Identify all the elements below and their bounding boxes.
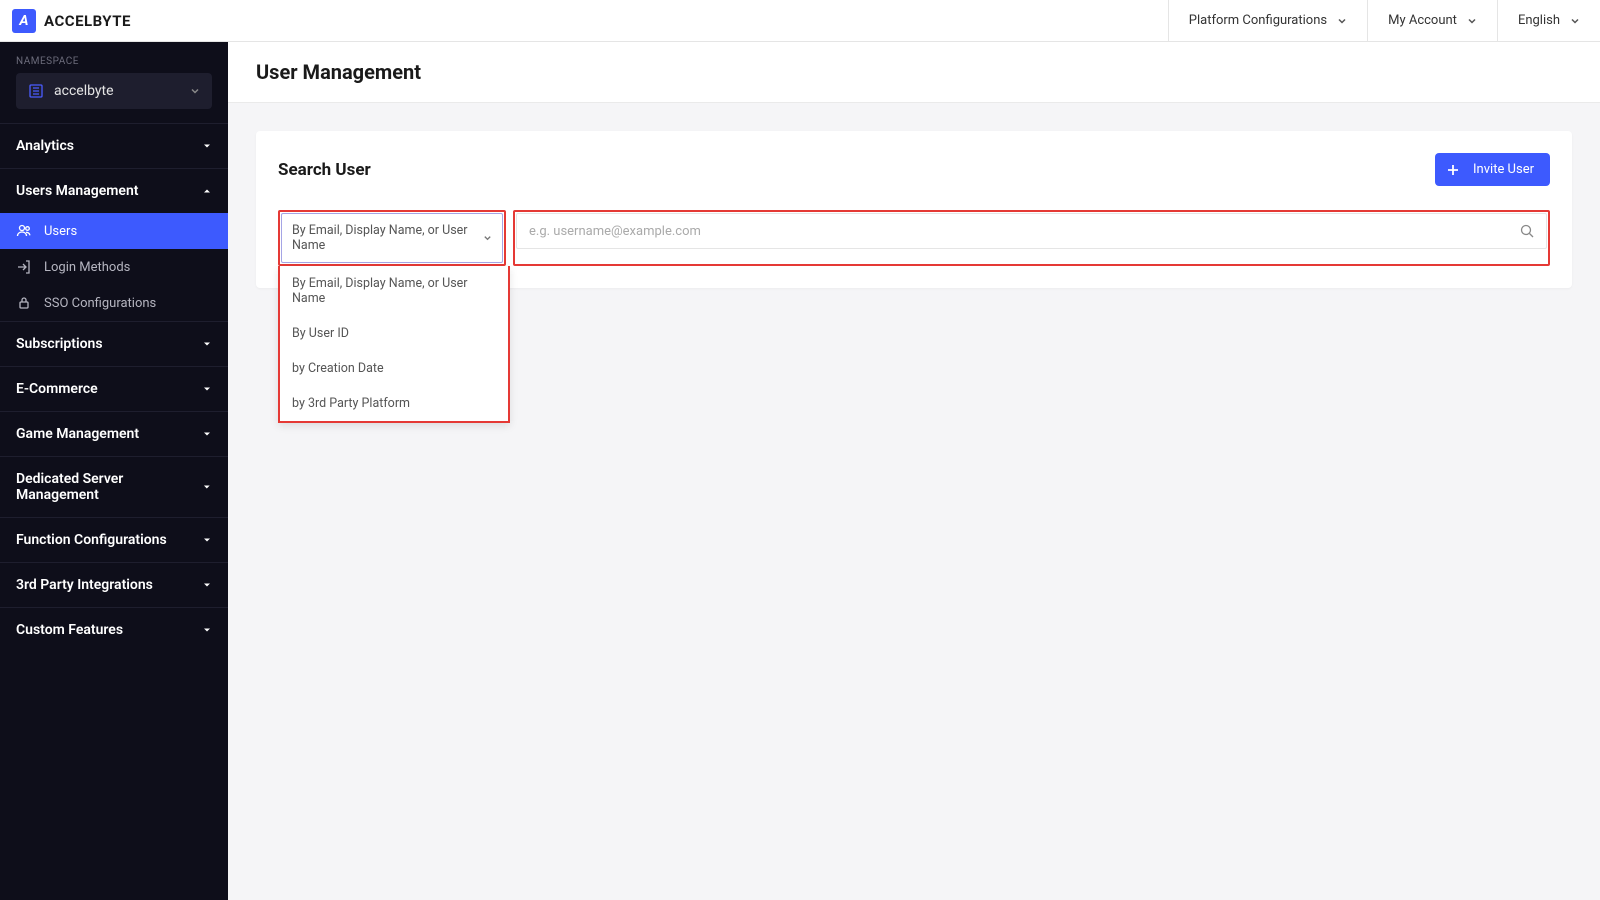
plus-icon <box>1447 164 1459 176</box>
sidebar: NAMESPACE accelbyte Analytics Users Mana… <box>0 42 228 900</box>
invite-user-button[interactable]: Invite User <box>1435 153 1550 186</box>
namespace-selector[interactable]: accelbyte <box>16 73 212 109</box>
search-inner <box>516 213 1547 249</box>
top-nav-label: Platform Configurations <box>1189 13 1327 28</box>
sidebar-section-ecommerce: E-Commerce <box>0 366 228 411</box>
card-header: Search User Invite User <box>278 153 1550 186</box>
namespace-value: accelbyte <box>54 83 180 99</box>
namespace-label: NAMESPACE <box>0 42 228 73</box>
filter-dropdown-list: By Email, Display Name, or User Name By … <box>278 266 510 423</box>
section-header-subscriptions[interactable]: Subscriptions <box>0 322 228 366</box>
section-header-game-mgmt[interactable]: Game Management <box>0 412 228 456</box>
caret-down-icon <box>202 339 212 349</box>
caret-down-icon <box>202 141 212 151</box>
section-header-ecommerce[interactable]: E-Commerce <box>0 367 228 411</box>
namespace-icon <box>28 83 44 99</box>
sidebar-section-3rd-party: 3rd Party Integrations <box>0 562 228 607</box>
filter-option-userid[interactable]: By User ID <box>280 316 508 351</box>
filter-dropdown-inner: By Email, Display Name, or User Name <box>281 213 503 263</box>
search-icon <box>1520 224 1534 238</box>
sidebar-item-label: SSO Configurations <box>44 296 156 311</box>
filter-dropdown[interactable]: By Email, Display Name, or User Name <box>278 210 506 266</box>
sidebar-item-login-methods[interactable]: Login Methods <box>0 249 228 285</box>
section-header-custom-features[interactable]: Custom Features <box>0 608 228 652</box>
caret-down-icon <box>202 384 212 394</box>
logo-icon: A <box>12 9 36 33</box>
chevron-down-icon <box>1570 16 1580 26</box>
section-header-dedicated-server[interactable]: Dedicated Server Management <box>0 457 228 517</box>
sidebar-section-game-mgmt: Game Management <box>0 411 228 456</box>
card-title: Search User <box>278 160 371 180</box>
logo[interactable]: A ACCELBYTE <box>0 9 131 33</box>
top-header: A ACCELBYTE Platform Configurations My A… <box>0 0 1600 42</box>
section-label: Dedicated Server Management <box>16 471 202 503</box>
top-nav-label: English <box>1518 13 1560 28</box>
invite-label: Invite User <box>1473 162 1534 177</box>
caret-down-icon <box>202 482 212 492</box>
caret-down-icon <box>202 580 212 590</box>
search-row: By Email, Display Name, or User Name By … <box>278 210 1550 266</box>
caret-down-icon <box>202 429 212 439</box>
users-icon <box>16 223 32 239</box>
filter-option-creation-date[interactable]: by Creation Date <box>280 351 508 386</box>
search-user-card: Search User Invite User By Email, Displa… <box>256 131 1572 288</box>
section-label: Users Management <box>16 183 138 199</box>
section-label: 3rd Party Integrations <box>16 577 153 593</box>
chevron-down-icon <box>1337 16 1347 26</box>
sidebar-section-custom-features: Custom Features <box>0 607 228 652</box>
sidebar-item-users[interactable]: Users <box>0 213 228 249</box>
sidebar-section-subscriptions: Subscriptions <box>0 321 228 366</box>
main-content: User Management Search User Invite User … <box>228 42 1600 900</box>
login-icon <box>16 259 32 275</box>
sidebar-item-label: Login Methods <box>44 260 130 275</box>
sidebar-section-function-config: Function Configurations <box>0 517 228 562</box>
search-field-wrapper <box>513 210 1550 266</box>
section-header-analytics[interactable]: Analytics <box>0 124 228 168</box>
section-label: Function Configurations <box>16 532 167 548</box>
page-header: User Management <box>228 42 1600 103</box>
caret-down-icon <box>202 535 212 545</box>
search-input[interactable] <box>529 224 1520 239</box>
sidebar-section-dedicated-server: Dedicated Server Management <box>0 456 228 517</box>
caret-up-icon <box>202 186 212 196</box>
sidebar-section-users-mgmt: Users Management Users Login Methods SSO… <box>0 168 228 321</box>
filter-option-email[interactable]: By Email, Display Name, or User Name <box>280 266 508 316</box>
top-nav-my-account[interactable]: My Account <box>1367 0 1497 41</box>
section-header-3rd-party[interactable]: 3rd Party Integrations <box>0 563 228 607</box>
section-header-users-mgmt[interactable]: Users Management <box>0 169 228 213</box>
top-nav-language[interactable]: English <box>1497 0 1600 41</box>
top-nav-label: My Account <box>1388 13 1457 28</box>
top-nav: Platform Configurations My Account Engli… <box>1168 0 1600 41</box>
chevron-down-icon <box>190 86 200 96</box>
sidebar-item-sso-config[interactable]: SSO Configurations <box>0 285 228 321</box>
filter-selected-text: By Email, Display Name, or User Name <box>292 223 483 253</box>
section-label: E-Commerce <box>16 381 98 397</box>
section-label: Subscriptions <box>16 336 103 352</box>
chevron-down-icon <box>1467 16 1477 26</box>
section-label: Custom Features <box>16 622 123 638</box>
content-wrapper: Search User Invite User By Email, Displa… <box>228 103 1600 316</box>
lock-icon <box>16 295 32 311</box>
section-label: Game Management <box>16 426 139 442</box>
chevron-down-icon <box>483 233 492 243</box>
filter-option-3rd-party[interactable]: by 3rd Party Platform <box>280 386 508 421</box>
section-label: Analytics <box>16 138 74 154</box>
logo-text: ACCELBYTE <box>44 12 131 30</box>
sidebar-section-analytics: Analytics <box>0 123 228 168</box>
sidebar-item-label: Users <box>44 224 77 239</box>
caret-down-icon <box>202 625 212 635</box>
top-nav-platform-config[interactable]: Platform Configurations <box>1168 0 1367 41</box>
section-header-function-config[interactable]: Function Configurations <box>0 518 228 562</box>
page-title: User Management <box>256 60 1572 84</box>
